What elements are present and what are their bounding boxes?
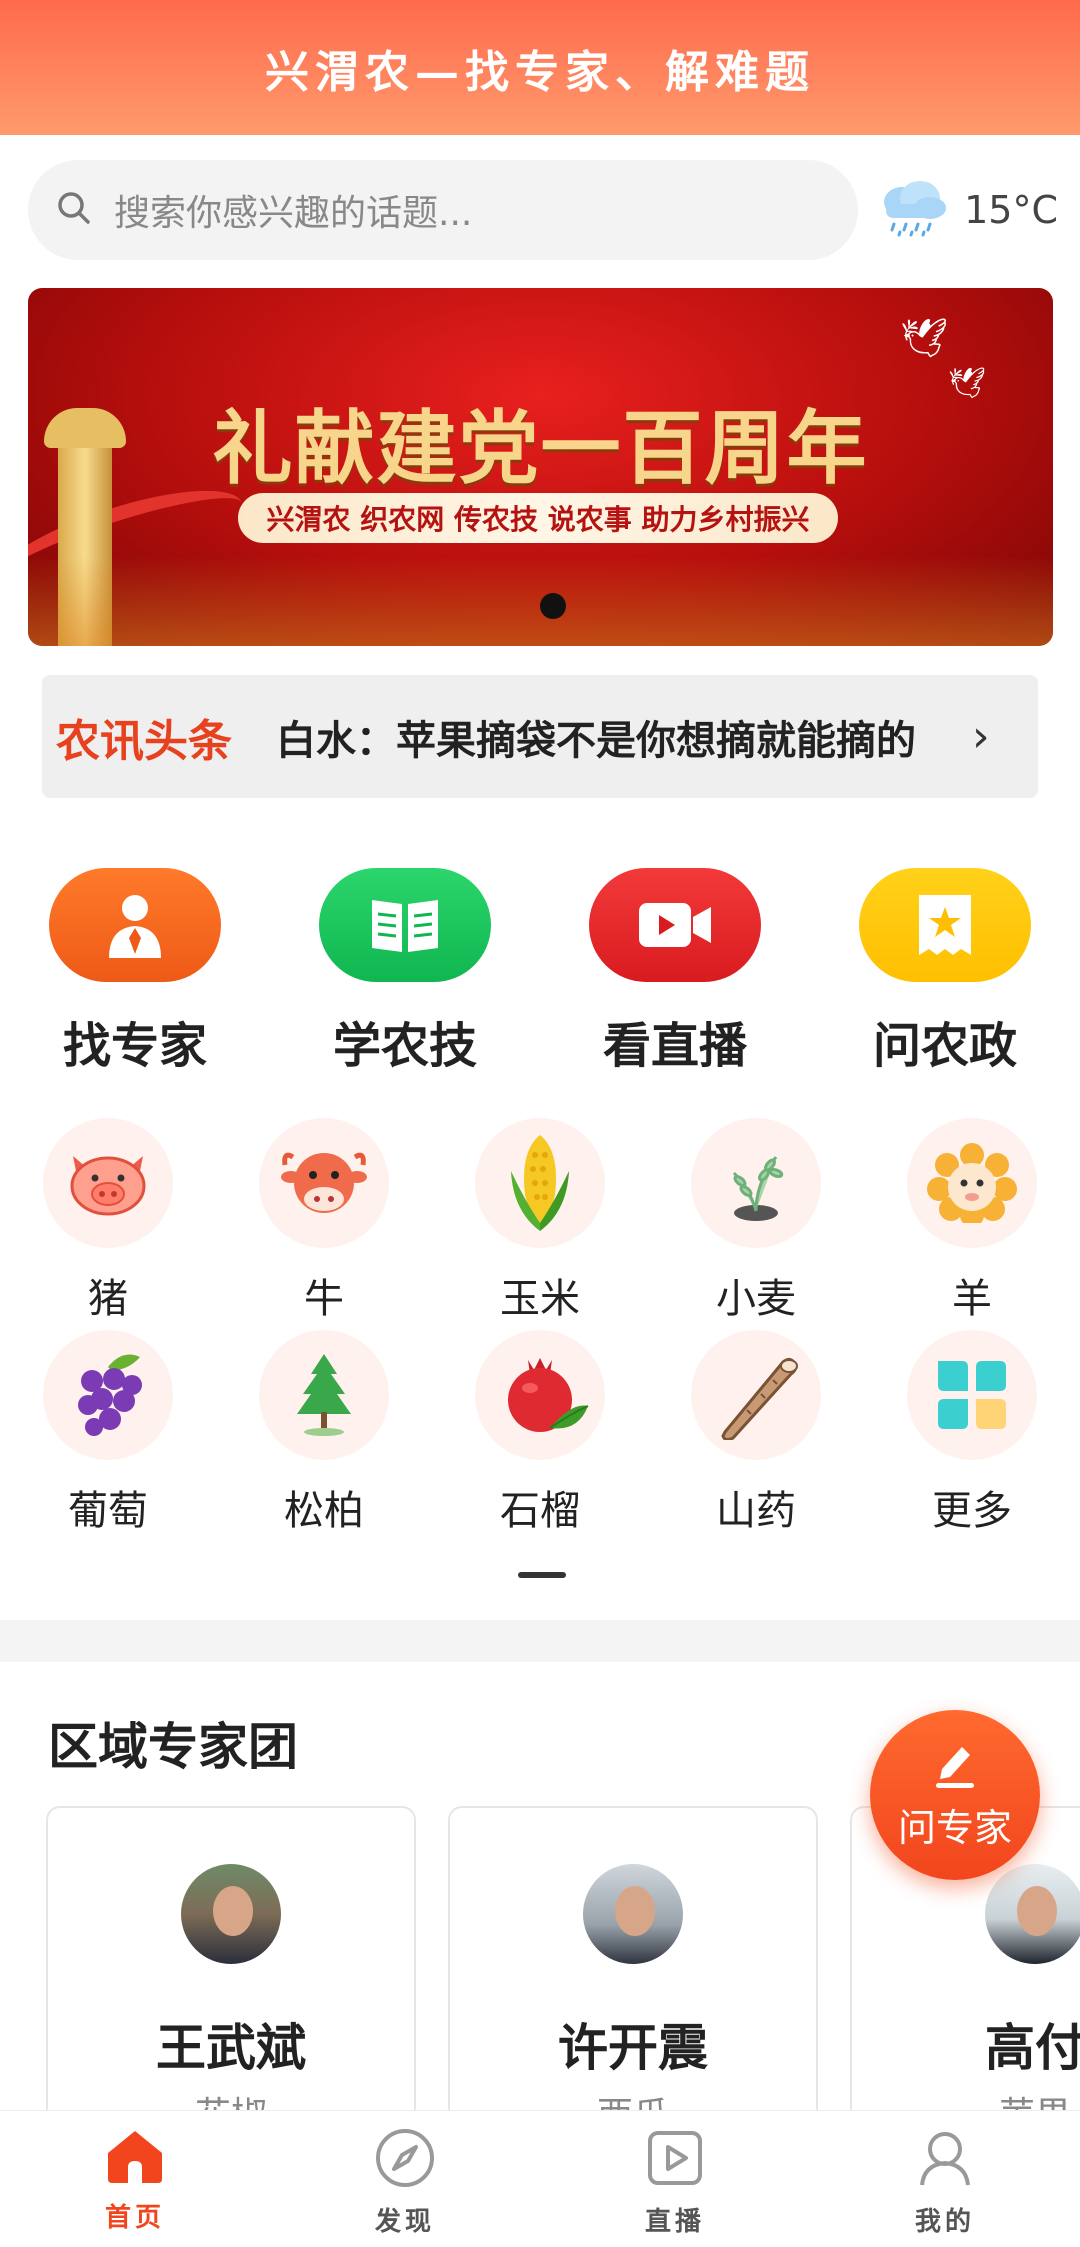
feature-label: 看直播 — [602, 1018, 747, 1074]
user-icon — [914, 2132, 976, 2193]
category-pine[interactable]: 松柏 — [244, 1330, 404, 1536]
category-grape[interactable]: 葡萄 — [28, 1330, 188, 1536]
category-label: 山药 — [716, 1488, 796, 1534]
bottom-tab-bar: 首页 发现 直播 我的 — [0, 2110, 1080, 2247]
tab-label: 直播 — [644, 2207, 705, 2237]
avatar — [583, 1864, 683, 1964]
expert-specialty: 花椒 — [48, 2086, 414, 2110]
category-label: 更多 — [932, 1488, 1012, 1534]
news-ticker[interactable]: 农讯头条 白水：苹果摘袋不是你想摘就能摘的 › — [42, 675, 1038, 798]
feature-label: 学农技 — [332, 1018, 477, 1074]
tab-live[interactable]: 直播 — [605, 2127, 745, 2238]
expert-card[interactable]: 许开震 西瓜 — [448, 1806, 818, 2110]
category-label: 猪 — [88, 1276, 128, 1322]
expert-name: 高付 — [985, 2019, 1080, 2077]
policy-icon — [859, 868, 1031, 982]
category-sheep[interactable]: 羊 — [892, 1118, 1052, 1324]
expert-icon — [49, 868, 221, 982]
category-label: 玉米 — [500, 1276, 580, 1322]
category-yam[interactable]: 山药 — [676, 1330, 836, 1536]
tab-label: 我的 — [914, 2207, 975, 2237]
pine-icon — [259, 1330, 389, 1460]
search-icon — [54, 188, 94, 232]
feature-grid: 找专家 学农技 看直播 问农政 — [0, 868, 1080, 1074]
category-label: 小麦 — [716, 1276, 796, 1322]
expert-specialty: 西瓜 — [450, 2086, 816, 2110]
search-placeholder: 搜索你感兴趣的话题... — [114, 193, 473, 234]
category-cow[interactable]: 牛 — [244, 1118, 404, 1324]
news-headline: 白水：苹果摘袋不是你想摘就能摘的 — [276, 717, 916, 764]
feature-label: 问农政 — [872, 1018, 1017, 1074]
expert-specialty: 苹果 — [852, 2086, 1080, 2110]
video-icon — [589, 868, 761, 982]
compass-icon — [374, 2129, 436, 2193]
category-more[interactable]: 更多 — [892, 1330, 1052, 1536]
chevron-right-icon: › — [972, 711, 990, 762]
promo-banner[interactable]: 🕊 🕊 礼献建党一百周年 兴渭农 织农网 传农技 说农事 助力乡村振兴 — [28, 288, 1053, 646]
category-pomegranate[interactable]: 石榴 — [460, 1330, 620, 1536]
home-icon — [104, 2131, 166, 2189]
tab-discover[interactable]: 发现 — [335, 2127, 475, 2238]
expert-card[interactable]: 王武斌 花椒 — [46, 1806, 416, 2110]
tab-label: 首页 — [104, 2203, 165, 2233]
expert-name: 王武斌 — [156, 2019, 306, 2077]
ask-expert-button[interactable]: 问专家 — [870, 1710, 1040, 1880]
section-title: 区域专家团 — [48, 1718, 298, 1776]
avatar — [181, 1864, 281, 1964]
banner-subtitle: 兴渭农 织农网 传农技 说农事 助力乡村振兴 — [238, 493, 838, 543]
feature-find-expert[interactable]: 找专家 — [35, 868, 235, 1076]
feature-ask-policy[interactable]: 问农政 — [845, 868, 1045, 1076]
cloud-rain-icon — [872, 178, 950, 242]
more-icon — [907, 1330, 1037, 1460]
tab-home[interactable]: 首页 — [65, 2127, 205, 2234]
weather-temp: 15°C — [964, 188, 1058, 232]
grape-icon — [43, 1330, 173, 1460]
tab-profile[interactable]: 我的 — [875, 2127, 1015, 2238]
feature-label: 找专家 — [62, 1018, 207, 1074]
play-icon — [644, 2131, 706, 2193]
feature-watch-live[interactable]: 看直播 — [575, 868, 775, 1076]
category-wheat[interactable]: 小麦 — [676, 1118, 836, 1324]
section-divider — [0, 1620, 1080, 1662]
pencil-icon — [932, 1739, 978, 1793]
category-label: 石榴 — [500, 1488, 580, 1534]
wheat-icon — [691, 1118, 821, 1248]
search-row: 搜索你感兴趣的话题... 15°C — [28, 160, 1058, 260]
pomegranate-icon — [475, 1330, 605, 1460]
corn-icon — [475, 1118, 605, 1248]
category-label: 牛 — [304, 1276, 344, 1322]
banner-pager-dot[interactable] — [540, 593, 566, 619]
book-icon — [319, 868, 491, 982]
cow-icon — [259, 1118, 389, 1248]
avatar — [985, 1864, 1080, 1964]
pig-icon — [43, 1118, 173, 1248]
category-pig[interactable]: 猪 — [28, 1118, 188, 1324]
category-corn[interactable]: 玉米 — [460, 1118, 620, 1324]
category-pager — [518, 1572, 566, 1578]
expert-name: 许开震 — [558, 2019, 708, 2077]
banner-title: 礼献建党一百周年 — [212, 401, 869, 495]
news-tag: 农讯头条 — [56, 715, 232, 767]
weather-widget[interactable]: 15°C — [872, 178, 1058, 242]
sheep-icon — [907, 1118, 1037, 1248]
category-label: 羊 — [952, 1276, 992, 1322]
tab-label: 发现 — [374, 2207, 435, 2237]
dove-icon: 🕊 — [900, 316, 949, 360]
feature-learn-tech[interactable]: 学农技 — [305, 868, 505, 1076]
search-input[interactable]: 搜索你感兴趣的话题... — [28, 160, 859, 260]
category-label: 松柏 — [284, 1488, 364, 1534]
fab-label: 问专家 — [897, 1805, 1012, 1850]
app-title: 兴渭农—找专家、解难题 — [265, 46, 815, 98]
category-label: 葡萄 — [68, 1488, 148, 1534]
yam-icon — [691, 1330, 821, 1460]
app-header: 兴渭农—找专家、解难题 — [0, 0, 1080, 135]
